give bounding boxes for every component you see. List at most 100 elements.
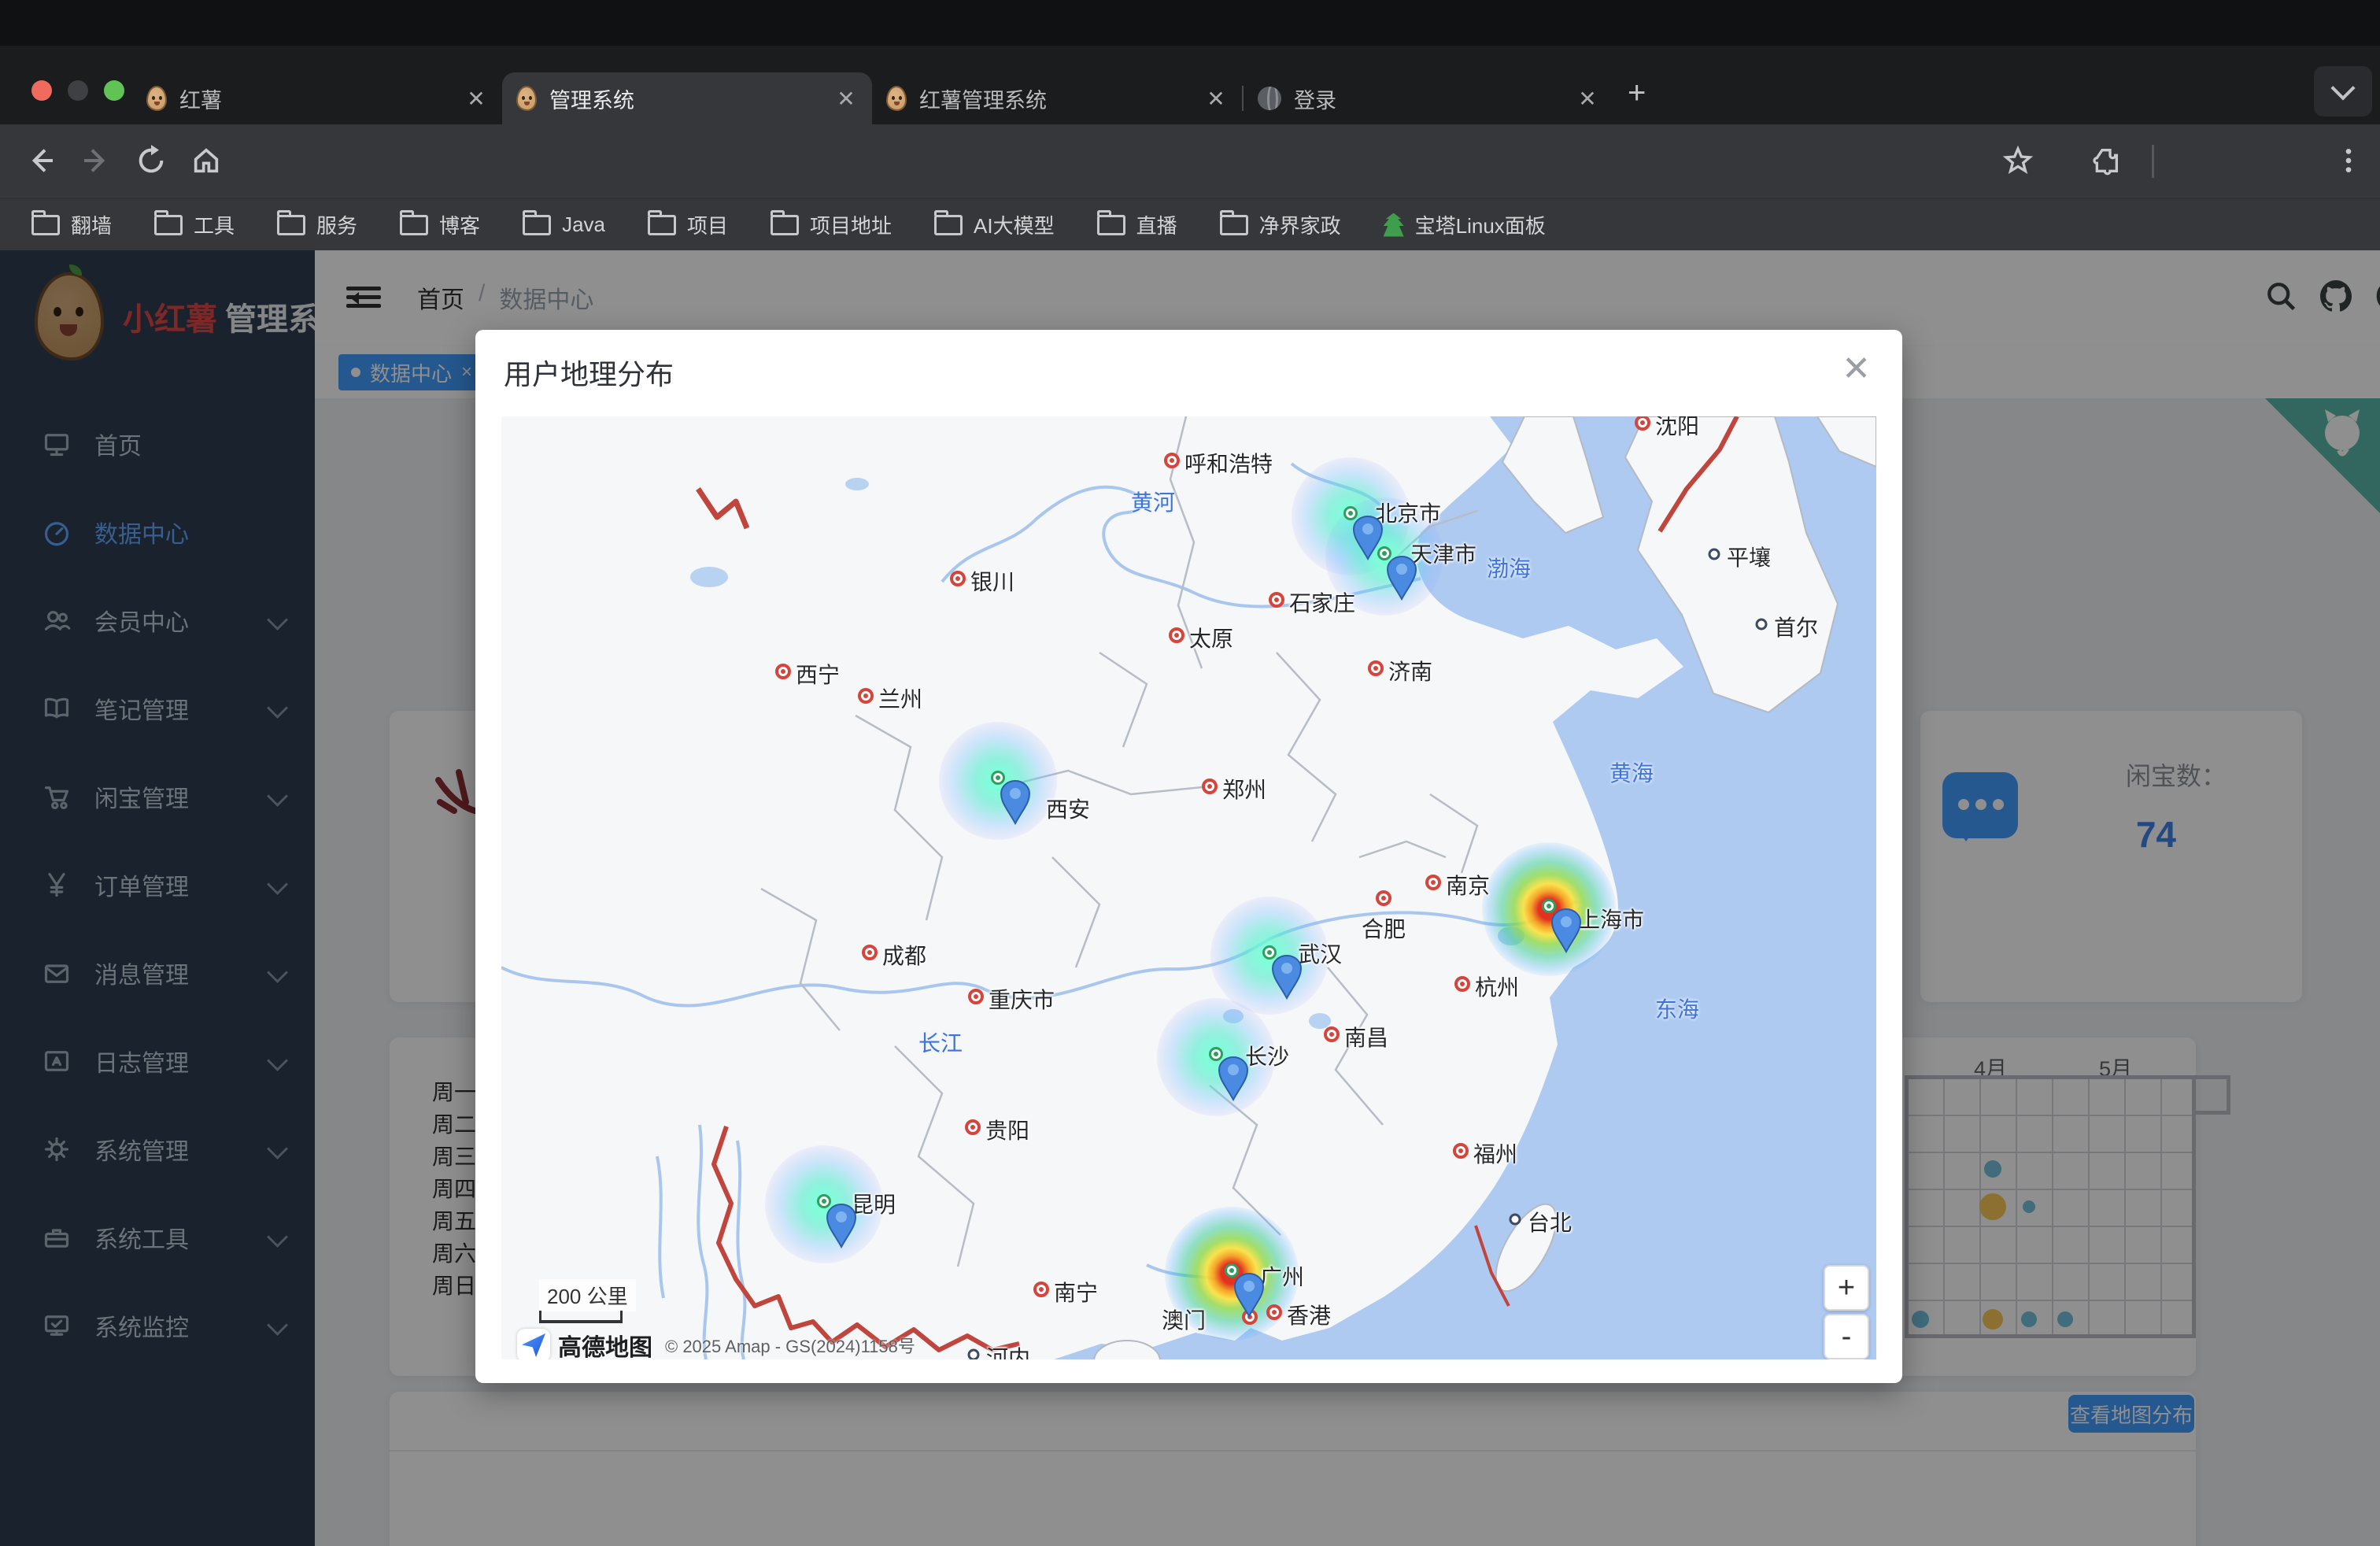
globe-favicon-icon: [1258, 87, 1281, 110]
city-marker-成都[interactable]: [862, 945, 878, 960]
browser-tab-红薯管理系统[interactable]: 红薯管理系统✕: [872, 72, 1242, 124]
modal-title: 用户地理分布: [504, 352, 674, 393]
folder-icon: [31, 215, 60, 235]
bookmark-净界家政[interactable]: 净界家政: [1220, 210, 1341, 239]
city-label-郑州: 郑州: [1222, 773, 1266, 804]
city-marker-南昌[interactable]: [1324, 1026, 1340, 1042]
folder-icon: [154, 215, 183, 235]
modal-close-button[interactable]: ✕: [1842, 349, 1871, 389]
bookmark-直播[interactable]: 直播: [1097, 210, 1177, 239]
city-label-首尔: 首尔: [1774, 611, 1818, 642]
home-button[interactable]: [187, 142, 225, 179]
city-marker-首尔[interactable]: [1756, 619, 1768, 631]
folder-icon: [648, 215, 676, 235]
bookmark-工具[interactable]: 工具: [154, 210, 235, 239]
city-marker-平壤[interactable]: [1709, 549, 1720, 560]
city-marker-太原[interactable]: [1169, 627, 1184, 643]
sea-label-渤海: 渤海: [1487, 552, 1531, 583]
tab-title: 红薯管理系统: [919, 83, 1204, 114]
bookmark-服务[interactable]: 服务: [277, 210, 357, 239]
bookmark-star-button[interactable]: [1999, 142, 2037, 179]
city-marker-重庆市[interactable]: [968, 989, 984, 1004]
city-marker-石家庄[interactable]: [1269, 592, 1284, 608]
city-marker-河内[interactable]: [968, 1349, 980, 1360]
bookmark-label: 服务: [316, 210, 357, 239]
forward-button[interactable]: [77, 142, 115, 179]
city-marker-南宁[interactable]: [1033, 1282, 1049, 1297]
tab-close-button[interactable]: ✕: [464, 86, 488, 112]
sea-label-黄海: 黄海: [1609, 756, 1654, 788]
city-marker-济南[interactable]: [1368, 660, 1384, 676]
star-icon: [2002, 145, 2034, 176]
tab-close-button[interactable]: ✕: [1576, 86, 1599, 112]
bookmark-宝塔Linux面板[interactable]: 宝塔Linux面板: [1384, 210, 1546, 239]
extensions-button[interactable]: [2087, 142, 2125, 179]
map-base-layer: [501, 416, 1876, 1359]
bookmark-label: 宝塔Linux面板: [1415, 210, 1546, 239]
tree-icon: [1384, 213, 1404, 237]
bookmark-翻墙[interactable]: 翻墙: [31, 210, 112, 239]
amap-logo-chip: [517, 1329, 550, 1359]
bookmark-博客[interactable]: 博客: [400, 210, 480, 239]
city-label-南宁: 南宁: [1054, 1276, 1098, 1307]
folder-icon: [1097, 215, 1125, 235]
city-label-西安: 西安: [1046, 793, 1090, 824]
potato-favicon-icon: [516, 86, 537, 111]
reload-icon: [135, 145, 167, 176]
city-marker-杭州[interactable]: [1454, 976, 1470, 992]
dashboard-app: 小红薯管理系统 首页数据中心会员中心笔记管理闲宝管理订单管理消息管理日志管理系统…: [0, 250, 2380, 1546]
forward-icon: [80, 145, 112, 176]
back-icon: [25, 145, 57, 176]
bookmark-Java[interactable]: Java: [523, 213, 605, 237]
reload-button[interactable]: [132, 142, 170, 179]
river-label-黄河: 黄河: [1131, 486, 1175, 517]
sea-label-东海: 东海: [1655, 993, 1699, 1024]
tab-strip: 红薯✕管理系统✕红薯管理系统✕登录✕: [132, 72, 1613, 124]
close-window-button[interactable]: [31, 80, 52, 101]
city-marker-贵阳[interactable]: [965, 1119, 981, 1135]
city-label-太原: 太原: [1189, 622, 1233, 653]
browser-tab-管理系统[interactable]: 管理系统✕: [502, 72, 872, 124]
browser-tab-登录[interactable]: 登录✕: [1244, 72, 1613, 124]
new-tab-button[interactable]: +: [1628, 76, 1646, 111]
geo-distribution-modal: 用户地理分布 ✕: [475, 330, 1902, 1383]
map-scale-bar: [539, 1311, 623, 1323]
city-marker-福州[interactable]: [1453, 1143, 1469, 1159]
maximize-window-button[interactable]: [104, 80, 124, 101]
city-label-贵阳: 贵阳: [985, 1114, 1029, 1145]
bookmark-label: 项目: [687, 210, 728, 239]
city-label-河内: 河内: [986, 1341, 1030, 1359]
tab-close-button[interactable]: ✕: [1204, 86, 1228, 112]
city-marker-呼和浩特[interactable]: [1164, 453, 1180, 468]
city-marker-香港[interactable]: [1266, 1304, 1282, 1320]
bookmark-AI大模型[interactable]: AI大模型: [934, 210, 1055, 239]
toolbar-divider: [2152, 145, 2154, 178]
city-label-沈阳: 沈阳: [1655, 416, 1699, 441]
city-label-福州: 福州: [1473, 1137, 1517, 1169]
city-marker-银川[interactable]: [950, 571, 966, 586]
city-marker-合肥[interactable]: [1376, 890, 1391, 906]
city-marker-兰州[interactable]: [858, 688, 874, 704]
back-button[interactable]: [22, 142, 60, 179]
bookmark-项目地址[interactable]: 项目地址: [771, 210, 892, 239]
map-zoom-out-button[interactable]: -: [1824, 1314, 1869, 1359]
tab-search-button[interactable]: [2314, 66, 2372, 117]
bookmark-label: AI大模型: [974, 210, 1055, 239]
browser-toolbar: i localhost:81/dashboard 无痕模式: [0, 124, 2380, 198]
city-marker-南京[interactable]: [1425, 875, 1441, 890]
city-label-杭州: 杭州: [1475, 971, 1519, 1002]
bookmarks-bar: 翻墙 工具 服务 博客 Java 项目 项目地址 AI大模型 直播 净界家政 宝塔Linux面板: [0, 198, 2380, 250]
map-zoom-in-button[interactable]: +: [1824, 1265, 1869, 1311]
amap-china-map[interactable]: 北京市天津市西安武汉上海市长沙昆明广州沈阳呼和浩特银川太原石家庄济南西宁兰州郑州…: [501, 416, 1876, 1359]
city-label-平壤: 平壤: [1727, 541, 1771, 572]
tab-close-button[interactable]: ✕: [834, 86, 858, 112]
city-marker-郑州[interactable]: [1202, 779, 1218, 794]
browser-menu-button[interactable]: [2330, 142, 2367, 179]
bookmark-label: 直播: [1136, 210, 1177, 239]
bookmark-label: 工具: [194, 210, 235, 239]
bookmark-项目[interactable]: 项目: [648, 210, 728, 239]
city-marker-台北[interactable]: [1510, 1214, 1521, 1226]
minimize-window-button[interactable]: [68, 80, 88, 101]
city-marker-西宁[interactable]: [775, 664, 791, 679]
browser-tab-红薯[interactable]: 红薯✕: [132, 72, 502, 124]
